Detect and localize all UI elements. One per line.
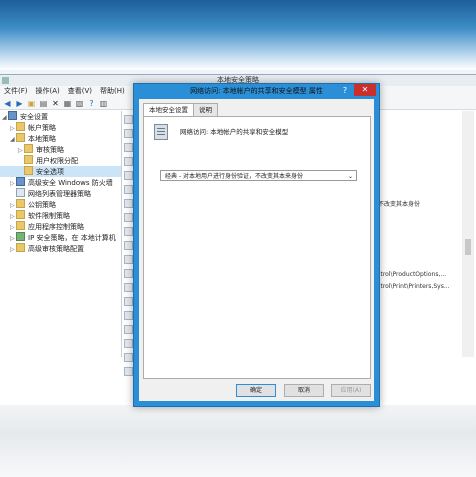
net-icon <box>16 232 25 241</box>
menu-action[interactable]: 操作(A) <box>36 86 60 97</box>
tree-item-label: 安全设置 <box>20 113 48 121</box>
tree-item[interactable]: ▷ IP 安全策略，在 本地计算机 <box>0 232 121 243</box>
app-icon <box>2 77 9 84</box>
policy-row-icon <box>124 311 133 320</box>
folder-icon <box>24 166 33 175</box>
policy-row-icon <box>124 213 133 222</box>
right-scrollbar[interactable] <box>462 111 474 357</box>
tree-item[interactable]: 安全选项 <box>0 166 121 177</box>
policy-row-icon <box>124 283 133 292</box>
desktop-background-top <box>0 0 476 70</box>
menu-view[interactable]: 查看(V) <box>68 86 92 97</box>
back-arrow-icon[interactable]: ◀ <box>3 99 12 108</box>
policy-row-icon <box>124 143 133 152</box>
dialog-tabs: 本地安全设置 说明 <box>143 103 218 117</box>
delete-icon[interactable]: ✕ <box>51 99 60 108</box>
folder-icon <box>16 122 25 131</box>
tree-item[interactable]: ▷ 公钥策略 <box>0 199 121 210</box>
menu-help[interactable]: 帮助(H) <box>100 86 125 97</box>
forward-arrow-icon[interactable]: ▶ <box>15 99 24 108</box>
apply-button[interactable]: 应用(A) <box>331 384 371 397</box>
policy-icon <box>154 124 168 140</box>
policy-row-icon <box>124 241 133 250</box>
tree-item-label: 本地策略 <box>28 135 56 143</box>
policy-row-icon <box>124 339 133 348</box>
navigation-tree: ◢ 安全设置 ▷ 帐户策略 ◢ 本地策略 ▷ 审核策略用户权限分配 安全选项 ▷ 高级安全 Wind… <box>0 111 122 357</box>
policy-row-icon <box>124 185 133 194</box>
help-button[interactable]: ? <box>339 84 351 98</box>
up-folder-icon[interactable]: ▣ <box>27 99 36 108</box>
tree-item[interactable]: ▷ 高级安全 Windows 防火墙 <box>0 177 121 188</box>
folder-icon <box>24 155 33 164</box>
policy-setting-fragment: ontrol\ProductOptions,... <box>373 271 447 278</box>
tree-item-label: 软件限制策略 <box>28 212 70 220</box>
tree-item[interactable]: ▷ 软件限制策略 <box>0 210 121 221</box>
tab-explain[interactable]: 说明 <box>193 103 218 116</box>
tree-item[interactable]: ▷ 应用程序控制策略 <box>0 221 121 232</box>
doc-icon <box>16 188 25 197</box>
folder-icon <box>16 221 25 230</box>
policy-row-icon <box>124 367 133 376</box>
policy-row-icon <box>124 157 133 166</box>
shield-icon <box>8 111 17 120</box>
tree-item[interactable]: 网络列表管理器策略 <box>0 188 121 199</box>
policy-row-icon <box>124 353 133 362</box>
policy-row-icon <box>124 115 133 124</box>
tab-local-security-setting[interactable]: 本地安全设置 <box>143 103 194 117</box>
tree-item-label: IP 安全策略，在 本地计算机 <box>28 234 116 242</box>
policy-row-icon <box>124 325 133 334</box>
tree-item-label: 高级审核策略配置 <box>28 245 84 253</box>
dialog-body: 本地安全设置 说明 网络访问: 本地帐户的共享和安全模型 经典 - 对本地用户进… <box>139 99 374 401</box>
select-value: 经典 - 对本地用户进行身份验证，不改变其本来身份 <box>165 173 303 180</box>
tree-item-label: 帐户策略 <box>28 124 56 132</box>
cancel-button[interactable]: 取消 <box>284 384 324 397</box>
scrollbar-thumb[interactable] <box>465 239 471 255</box>
tree-item-label: 用户权限分配 <box>36 157 78 165</box>
ok-button[interactable]: 确定 <box>236 384 276 397</box>
policy-row-icon <box>124 297 133 306</box>
tree-item[interactable]: ▷ 帐户策略 <box>0 122 121 133</box>
tree-item-label: 审核策略 <box>36 146 64 154</box>
tree-item[interactable]: ◢ 安全设置 <box>0 111 121 122</box>
help-icon[interactable]: ? <box>87 99 96 108</box>
tree-item[interactable]: 用户权限分配 <box>0 155 121 166</box>
policy-row-icon <box>124 269 133 278</box>
tree-item[interactable]: ◢ 本地策略 <box>0 133 121 144</box>
folder-icon <box>24 144 33 153</box>
dialog-titlebar: 网络访问: 本地帐户的共享和安全模型 属性 ? ✕ <box>134 84 379 98</box>
folder-icon <box>16 133 25 142</box>
chevron-down-icon: ⌄ <box>347 173 353 180</box>
folder-icon <box>16 199 25 208</box>
show-tree-icon[interactable]: ▤ <box>39 99 48 108</box>
tab-panel: 网络访问: 本地帐户的共享和安全模型 经典 - 对本地用户进行身份验证，不改变其… <box>143 116 371 379</box>
folder-icon <box>16 210 25 219</box>
tree-item[interactable]: ▷ 审核策略 <box>0 144 121 155</box>
tree-item-label: 公钥策略 <box>28 201 56 209</box>
policy-row-icon <box>124 199 133 208</box>
policy-name: 网络访问: 本地帐户的共享和安全模型 <box>180 128 289 136</box>
tree-item-label: 应用程序控制策略 <box>28 223 84 231</box>
properties-icon[interactable]: ▦ <box>63 99 72 108</box>
policy-row-icon <box>124 227 133 236</box>
close-button[interactable]: ✕ <box>354 84 376 96</box>
policy-row-icon <box>124 255 133 264</box>
tree-item-label: 安全选项 <box>36 168 64 176</box>
export-icon[interactable]: ▧ <box>75 99 84 108</box>
policy-row-icon <box>124 171 133 180</box>
shield-icon <box>16 177 25 186</box>
sharing-model-select[interactable]: 经典 - 对本地用户进行身份验证，不改变其本来身份 ⌄ <box>160 170 357 181</box>
policy-setting-fragment: 不改变其本身份 <box>378 201 421 208</box>
tree-item[interactable]: ▷ 高级审核策略配置 <box>0 243 121 254</box>
policy-row-icon <box>124 129 133 138</box>
view-icon[interactable]: ▥ <box>99 99 108 108</box>
folder-icon <box>16 243 25 252</box>
properties-dialog: 网络访问: 本地帐户的共享和安全模型 属性 ? ✕ 本地安全设置 说明 网络访问… <box>133 83 380 407</box>
tree-item-label: 高级安全 Windows 防火墙 <box>28 179 113 187</box>
desktop-background-bottom <box>0 405 476 477</box>
policy-setting-fragment: ontrol\Print\Printers,Sys... <box>373 283 450 290</box>
menu-file[interactable]: 文件(F) <box>4 86 28 97</box>
tree-item-label: 网络列表管理器策略 <box>28 190 91 198</box>
dialog-title: 网络访问: 本地帐户的共享和安全模型 属性 <box>190 87 323 95</box>
